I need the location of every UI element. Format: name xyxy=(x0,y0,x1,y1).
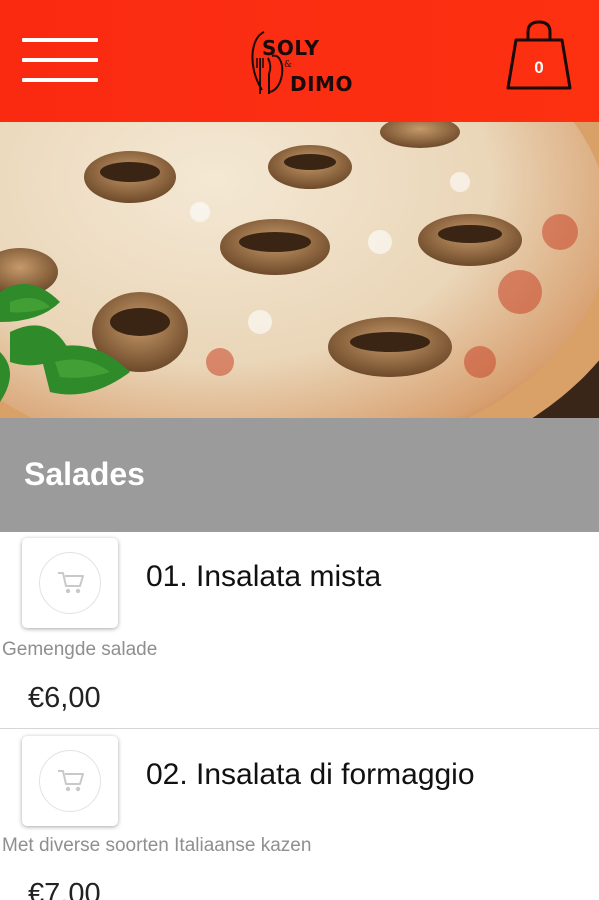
item-price: €6,00 xyxy=(28,682,101,714)
item-price: €7,00 xyxy=(28,878,101,900)
app-header: SOLY & DIMO 0 xyxy=(0,0,599,122)
add-to-cart-button[interactable] xyxy=(22,538,118,628)
menu-button[interactable] xyxy=(22,38,98,84)
menu-item[interactable]: 01. Insalata mista Gemengde salade €6,00 xyxy=(0,532,599,729)
item-name: 01. Insalata mista xyxy=(146,560,382,593)
add-button-circle xyxy=(39,552,101,614)
logo-text: DIMO xyxy=(290,72,353,96)
add-to-cart-icon xyxy=(58,770,84,792)
brand-logo[interactable]: SOLY & DIMO xyxy=(246,28,356,98)
menu-line xyxy=(22,38,98,42)
category-header: Salades xyxy=(0,418,599,532)
hero-pizza-image xyxy=(0,122,599,418)
cart-count-badge: 0 xyxy=(534,58,544,77)
item-name: 02. Insalata di formaggio xyxy=(146,758,475,791)
item-description: Met diverse soorten Italiaanse kazen xyxy=(2,835,312,856)
menu-item[interactable]: 02. Insalata di formaggio Met diverse so… xyxy=(0,730,599,900)
menu-line xyxy=(22,78,98,82)
menu-line xyxy=(22,58,98,62)
logo-text: SOLY xyxy=(262,36,320,60)
pizza-photo xyxy=(0,122,599,418)
add-button-circle xyxy=(39,750,101,812)
shopping-bag-icon xyxy=(506,20,572,90)
logo-ampersand: & xyxy=(284,60,293,70)
cart-button[interactable]: 0 xyxy=(506,20,572,92)
category-title: Salades xyxy=(24,456,145,492)
item-description: Gemengde salade xyxy=(2,639,158,660)
add-to-cart-icon xyxy=(58,572,84,594)
add-to-cart-button[interactable] xyxy=(22,736,118,826)
